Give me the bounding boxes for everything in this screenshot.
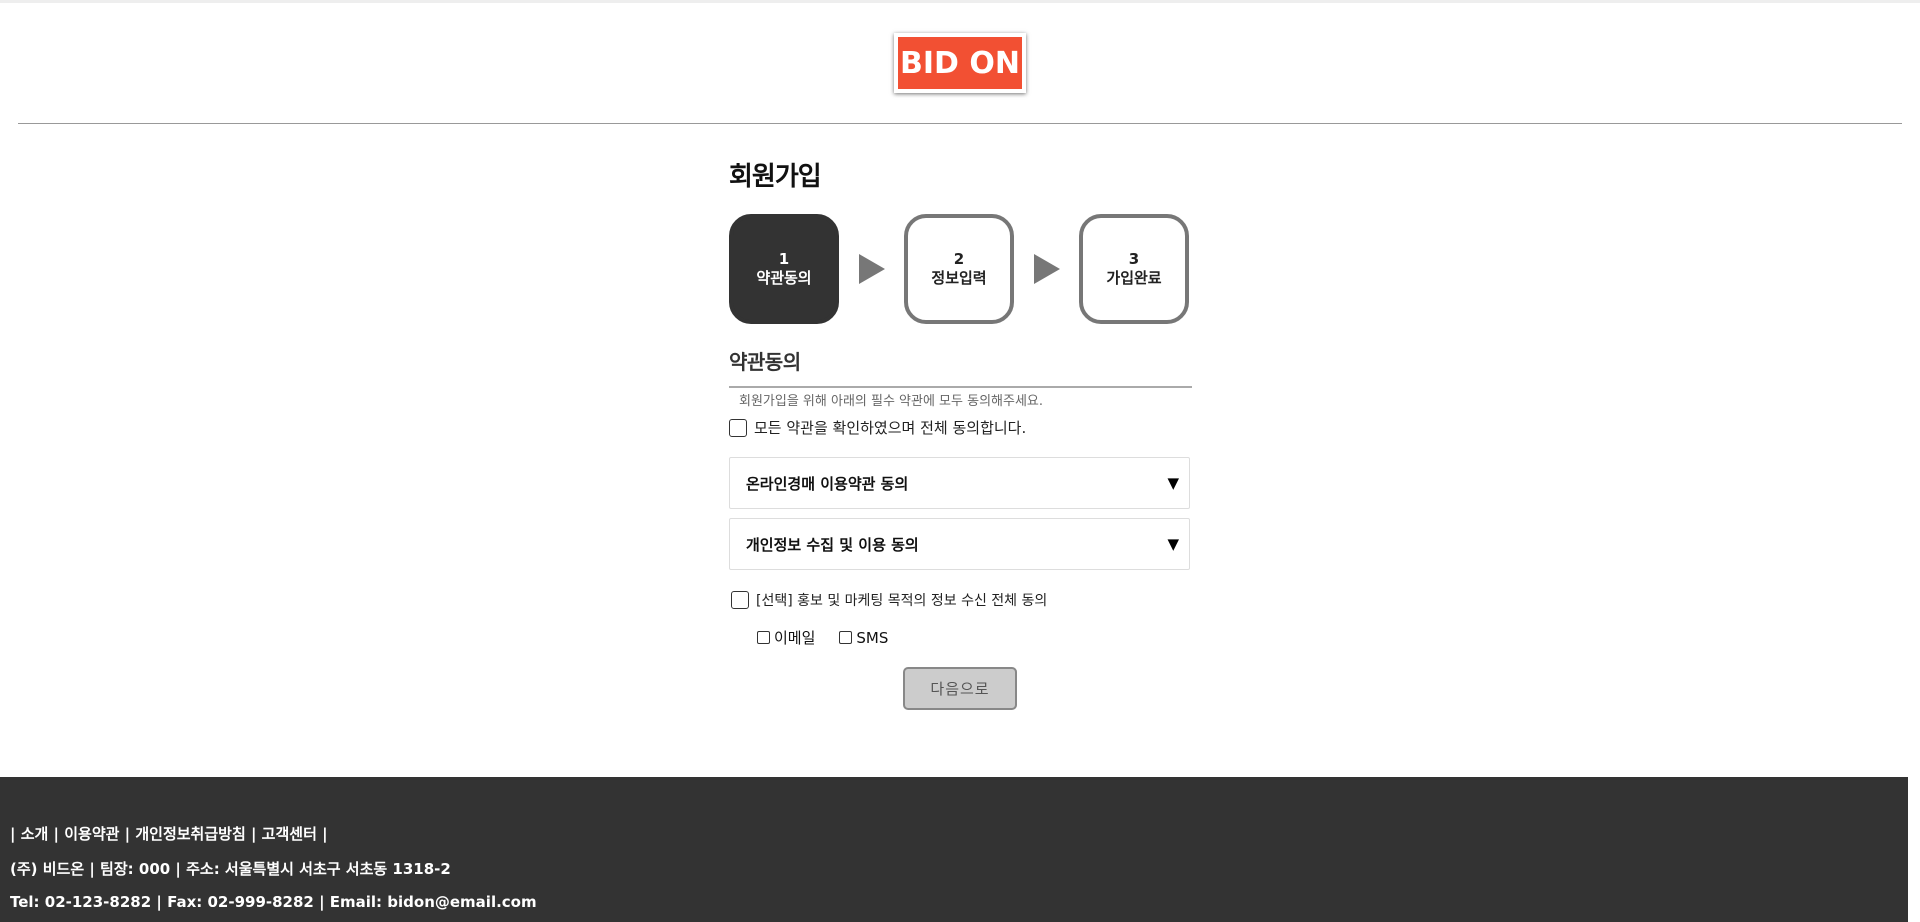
channel-label: 이메일 xyxy=(774,629,816,647)
logo-text: BID ON xyxy=(900,45,1020,81)
step-number: 2 xyxy=(953,250,965,268)
chevron-down-icon[interactable]: ▼ xyxy=(1167,474,1179,492)
bidon-logo[interactable]: BID ON xyxy=(894,33,1026,93)
header-divider xyxy=(18,123,1902,124)
footer-contact-info: Tel: 02-123-8282 | Fax: 02-999-8282 | Em… xyxy=(10,893,537,911)
step-arrow-icon xyxy=(859,254,885,284)
terms-accordion-online-auction[interactable]: 온라인경매 이용약관 동의 ▼ xyxy=(729,457,1190,509)
site-footer: | 소개 | 이용약관 | 개인정보취급방침 | 고객센터 | (주) 비드온 … xyxy=(0,777,1908,922)
chevron-down-icon[interactable]: ▼ xyxy=(1167,535,1179,553)
terms-accordion-privacy[interactable]: 개인정보 수집 및 이용 동의 ▼ xyxy=(729,518,1190,570)
section-divider xyxy=(729,386,1192,388)
signup-steps: 1 약관동의 2 정보입력 3 가입완료 xyxy=(729,214,1194,324)
step-arrow-icon xyxy=(1034,254,1060,284)
footer-company-info: (주) 비드온 | 팀장: 000 | 주소: 서울특별시 서초구 서초동 13… xyxy=(10,860,451,878)
step-label: 약관동의 xyxy=(756,269,812,287)
next-button[interactable]: 다음으로 xyxy=(903,667,1017,710)
step-label: 정보입력 xyxy=(931,269,987,287)
marketing-consent-label: [선택] 홍보 및 마케팅 목적의 정보 수신 전체 동의 xyxy=(756,593,1048,609)
channel-email-option[interactable]: 이메일 xyxy=(757,627,815,648)
step-number: 3 xyxy=(1128,250,1140,268)
marketing-channels: 이메일 SMS xyxy=(757,627,912,648)
step-signup-complete: 3 가입완료 xyxy=(1079,214,1189,324)
agree-all-option[interactable]: 모든 약관을 확인하였으며 전체 동의합니다. xyxy=(729,417,1026,438)
agree-all-checkbox[interactable] xyxy=(729,418,747,437)
footer-links[interactable]: | 소개 | 이용약관 | 개인정보취급방침 | 고객센터 | xyxy=(10,823,328,844)
site-header: BID ON xyxy=(0,3,1920,123)
step-label: 가입완료 xyxy=(1106,269,1162,287)
sms-checkbox[interactable] xyxy=(839,631,853,644)
terms-title: 온라인경매 이용약관 동의 xyxy=(746,474,909,493)
step-info-input: 2 정보입력 xyxy=(904,214,1014,324)
marketing-consent-checkbox[interactable] xyxy=(731,591,749,609)
section-title: 약관동의 xyxy=(729,350,801,374)
channel-label: SMS xyxy=(856,628,889,647)
terms-title: 개인정보 수집 및 이용 동의 xyxy=(746,535,919,554)
agree-all-label: 모든 약관을 확인하였으며 전체 동의합니다. xyxy=(754,419,1027,437)
step-number: 1 xyxy=(778,250,790,268)
marketing-consent-option[interactable]: [선택] 홍보 및 마케팅 목적의 정보 수신 전체 동의 xyxy=(731,590,1047,610)
section-description: 회원가입을 위해 아래의 필수 약관에 모두 동의해주세요. xyxy=(739,394,1044,409)
step-terms-agreement: 1 약관동의 xyxy=(729,214,839,324)
page-title: 회원가입 xyxy=(729,162,822,192)
channel-sms-option[interactable]: SMS xyxy=(839,629,888,647)
email-checkbox[interactable] xyxy=(757,631,770,644)
